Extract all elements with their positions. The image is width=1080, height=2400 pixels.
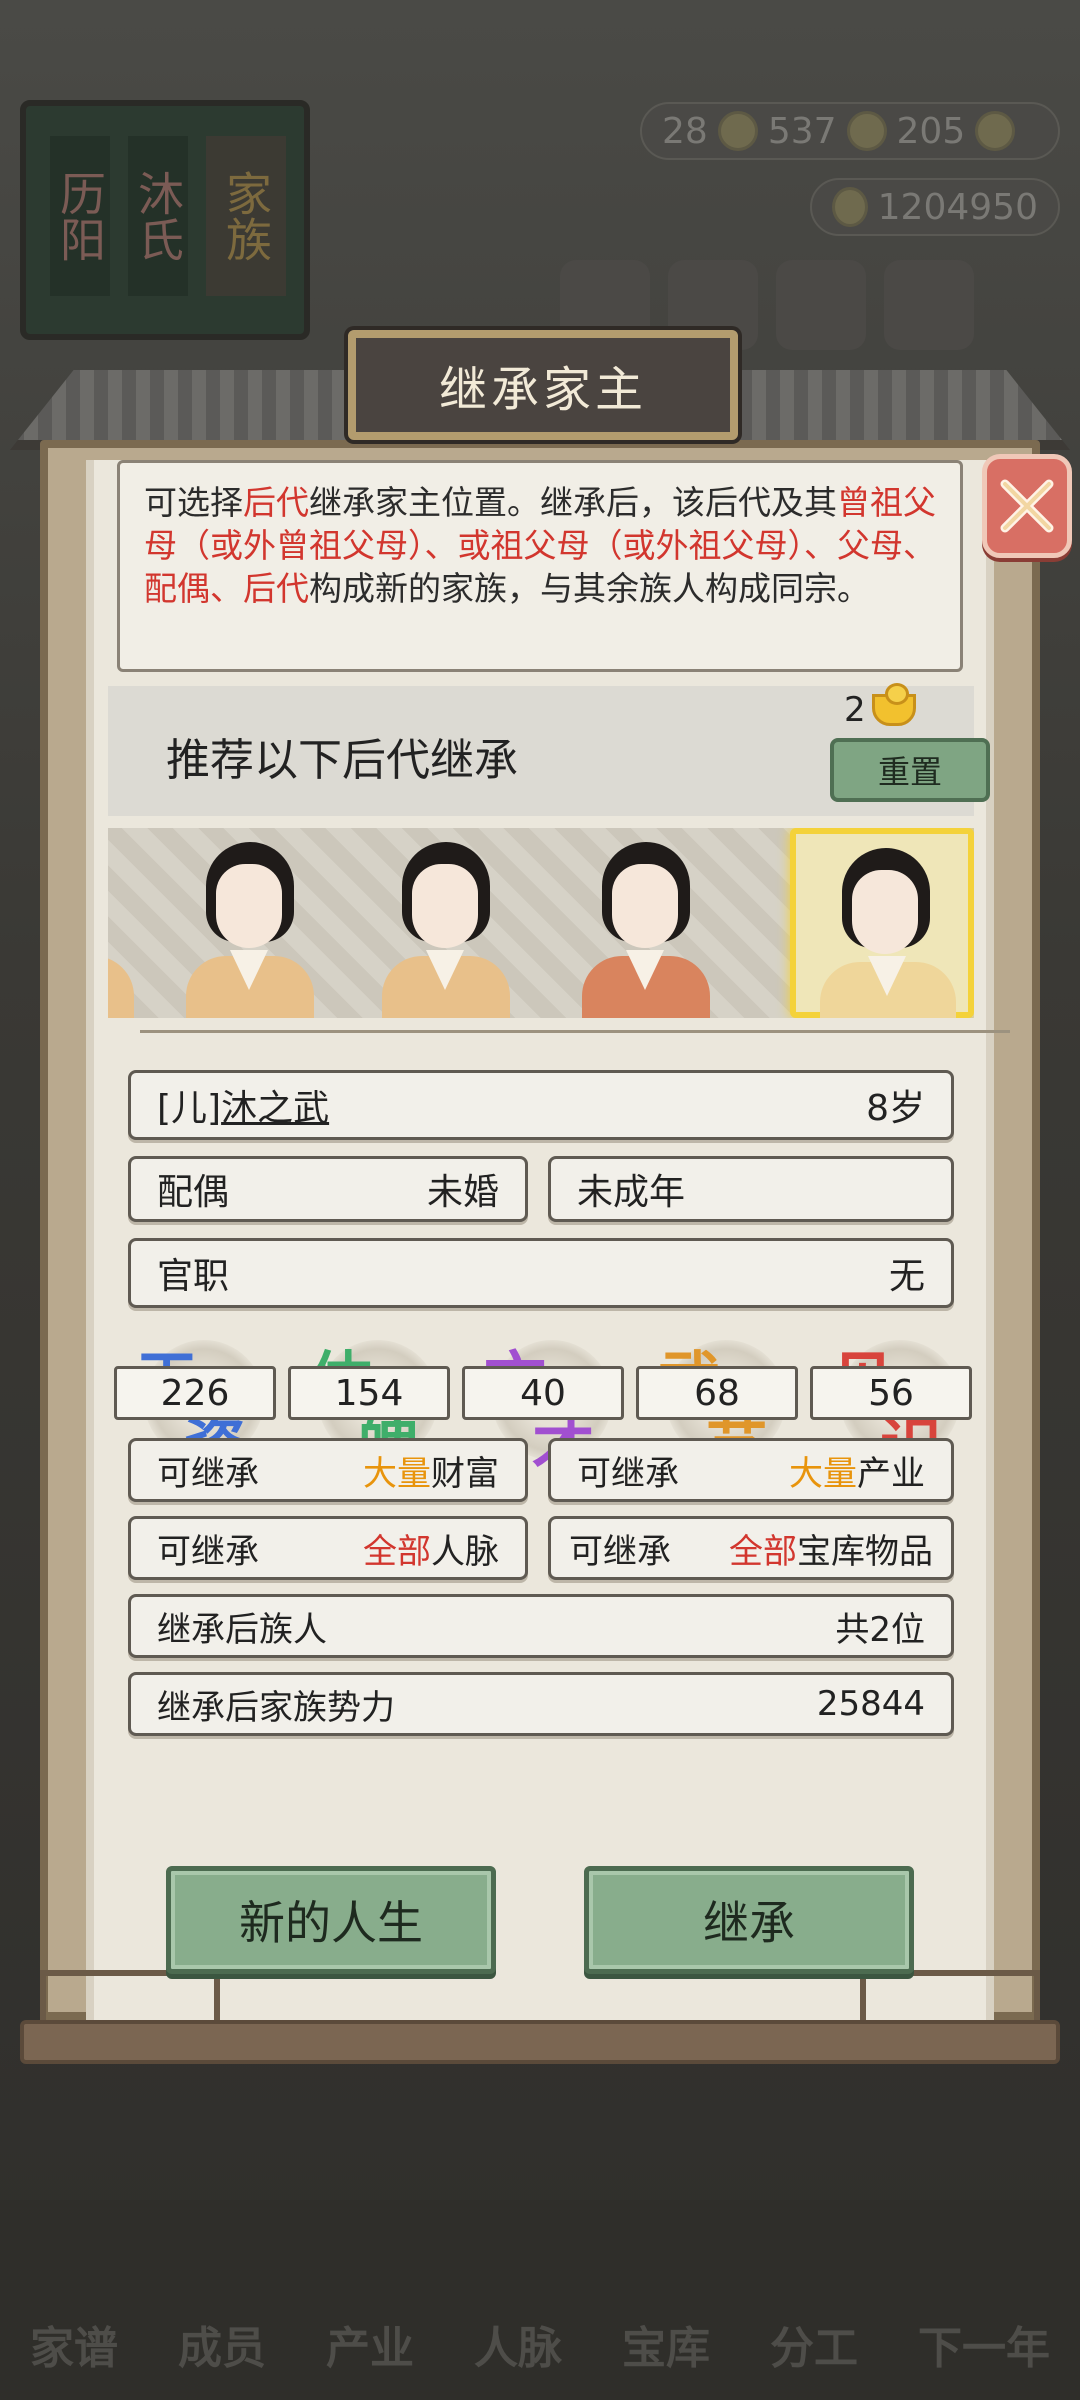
money-bar: 1204950 bbox=[810, 178, 1060, 236]
members-after-value: 共2位 bbox=[835, 1609, 925, 1650]
close-icon bbox=[1000, 479, 1054, 533]
nav-network: 人脉 bbox=[474, 2323, 562, 2374]
copper-coin-icon bbox=[975, 111, 1016, 151]
stat-literacy-value: 40 bbox=[462, 1366, 624, 1420]
gold-icon bbox=[717, 111, 758, 151]
power-after-row: 继承后家族势力 25844 bbox=[128, 1672, 954, 1736]
book-spine-3: 家族 bbox=[206, 136, 286, 296]
heir-portraits bbox=[108, 828, 974, 1018]
silver-icon bbox=[846, 111, 887, 151]
family-book: 历阳 沐氏 家族 bbox=[20, 100, 310, 340]
desc-part-3: 继承家主位置。继承后，该后代及其 bbox=[309, 483, 837, 522]
heir-relation: [儿] bbox=[157, 1088, 222, 1129]
heir-age: 8岁 bbox=[866, 1088, 925, 1129]
office-row: 官职 无 bbox=[128, 1238, 954, 1308]
inherit-treasury-amount: 全部宝库物品 bbox=[729, 1524, 933, 1573]
inherit-treasury-label: 可继承 bbox=[569, 1531, 671, 1572]
reset-button[interactable]: 重置 bbox=[830, 738, 990, 802]
heir-name-row: [儿]沐之武 8岁 bbox=[128, 1070, 954, 1140]
book-spine-2: 沐氏 bbox=[128, 136, 188, 296]
spouse-label: 配偶 bbox=[157, 1172, 230, 1213]
description-box: 可选择后代继承家主位置。继承后，该后代及其曾祖父母（或外曾祖父母）、或祖父母（或… bbox=[117, 460, 963, 672]
inherit-treasury-item: 宝库物品 bbox=[797, 1531, 933, 1572]
resource-3-value: 205 bbox=[896, 110, 966, 152]
stat-physique-value: 154 bbox=[288, 1366, 450, 1420]
stat-talent-value: 226 bbox=[114, 1366, 276, 1420]
new-life-button[interactable]: 新的人生 bbox=[166, 1866, 496, 1974]
desc-part-2: 后代 bbox=[243, 483, 309, 522]
nav-genealogy: 家谱 bbox=[30, 2323, 118, 2374]
inherit-network-qty: 全部 bbox=[363, 1531, 431, 1572]
portrait-face bbox=[612, 864, 678, 948]
close-button[interactable] bbox=[982, 454, 1072, 558]
desc-part-1: 可选择 bbox=[144, 483, 243, 522]
maturity-row: 未成年 bbox=[548, 1156, 954, 1222]
inherit-treasury-qty: 全部 bbox=[729, 1531, 797, 1572]
heir-portrait-1[interactable] bbox=[168, 828, 328, 1018]
heir-portrait-partial[interactable] bbox=[108, 828, 148, 1018]
dialog-base bbox=[20, 2020, 1060, 2064]
inherit-button[interactable]: 继承 bbox=[584, 1866, 914, 1974]
inherit-industry: 可继承 大量产业 bbox=[548, 1438, 954, 1502]
portrait-face bbox=[412, 864, 478, 948]
inherit-treasury: 可继承 全部宝库物品 bbox=[548, 1516, 954, 1580]
portrait-face bbox=[852, 870, 918, 954]
coin-icon bbox=[832, 187, 868, 227]
heir-portrait-2[interactable] bbox=[364, 828, 524, 1018]
inherit-industry-qty: 大量 bbox=[789, 1453, 857, 1494]
inherit-industry-label: 可继承 bbox=[577, 1453, 679, 1494]
rail-left bbox=[40, 1970, 220, 2026]
office-label: 官职 bbox=[157, 1256, 230, 1297]
inherit-wealth-item: 财富 bbox=[431, 1453, 499, 1494]
portrait-body bbox=[108, 956, 134, 1018]
heir-portrait-3[interactable] bbox=[564, 828, 724, 1018]
inherit-industry-item: 产业 bbox=[857, 1453, 925, 1494]
rail-right bbox=[860, 1970, 1040, 2026]
nav-treasury: 宝库 bbox=[622, 2323, 710, 2374]
inherit-industry-amount: 大量产业 bbox=[789, 1446, 925, 1495]
power-after-label: 继承后家族势力 bbox=[157, 1687, 395, 1728]
inherit-network-label: 可继承 bbox=[157, 1531, 259, 1572]
office-value: 无 bbox=[888, 1256, 925, 1297]
inherit-wealth-qty: 大量 bbox=[363, 1453, 431, 1494]
nav-industry: 产业 bbox=[326, 2323, 414, 2374]
inherit-network-amount: 全部人脉 bbox=[363, 1524, 499, 1573]
resource-1-value: 28 bbox=[662, 110, 708, 152]
stat-martial-value: 68 bbox=[636, 1366, 798, 1420]
stat-insight-value: 56 bbox=[810, 1366, 972, 1420]
dialog-title: 继承家主 bbox=[348, 330, 738, 440]
reset-cost: 2 bbox=[844, 683, 916, 730]
recommend-title: 推荐以下后代继承 bbox=[166, 735, 518, 786]
members-after-row: 继承后族人 共2位 bbox=[128, 1594, 954, 1658]
reset-cost-value: 2 bbox=[844, 690, 866, 730]
maturity-status: 未成年 bbox=[577, 1172, 686, 1213]
money-value: 1204950 bbox=[877, 186, 1038, 228]
members-after-label: 继承后族人 bbox=[157, 1609, 327, 1650]
bottom-nav: 家谱 成员 产业 人脉 宝库 分工 下一年 bbox=[0, 2200, 1080, 2400]
heir-name: [儿]沐之武 bbox=[157, 1079, 329, 1131]
inherit-wealth-amount: 大量财富 bbox=[363, 1446, 499, 1495]
portrait-face bbox=[216, 864, 282, 948]
desc-part-5: 构成新的家族，与其余族人构成同宗。 bbox=[309, 569, 870, 608]
inherit-dialog: 继承家主 可选择后代继承家主位置。继承后，该后代及其曾祖父母（或外曾祖父母）、或… bbox=[10, 330, 1072, 2070]
resource-bar: 28 537 205 bbox=[640, 102, 1060, 160]
power-after-value: 25844 bbox=[816, 1684, 925, 1724]
gold-ingot-icon bbox=[871, 683, 916, 726]
inherit-wealth-label: 可继承 bbox=[157, 1453, 259, 1494]
resource-2-value: 537 bbox=[767, 110, 837, 152]
heir-name-link[interactable]: 沐之武 bbox=[221, 1088, 329, 1129]
nav-members: 成员 bbox=[178, 2323, 266, 2374]
spouse-value: 未婚 bbox=[426, 1172, 499, 1213]
nav-next-year: 下一年 bbox=[918, 2323, 1050, 2374]
nav-division: 分工 bbox=[770, 2323, 858, 2374]
recommend-bar: 推荐以下后代继承 2 重置 bbox=[108, 683, 990, 816]
inherit-wealth: 可继承 大量财富 bbox=[128, 1438, 528, 1502]
inherit-network: 可继承 全部人脉 bbox=[128, 1516, 528, 1580]
book-spine-1: 历阳 bbox=[50, 136, 110, 296]
inherit-network-item: 人脉 bbox=[431, 1531, 499, 1572]
spouse-row: 配偶 未婚 bbox=[128, 1156, 528, 1222]
heir-portrait-selected[interactable] bbox=[790, 828, 974, 1018]
ornament-divider bbox=[140, 1030, 1010, 1044]
